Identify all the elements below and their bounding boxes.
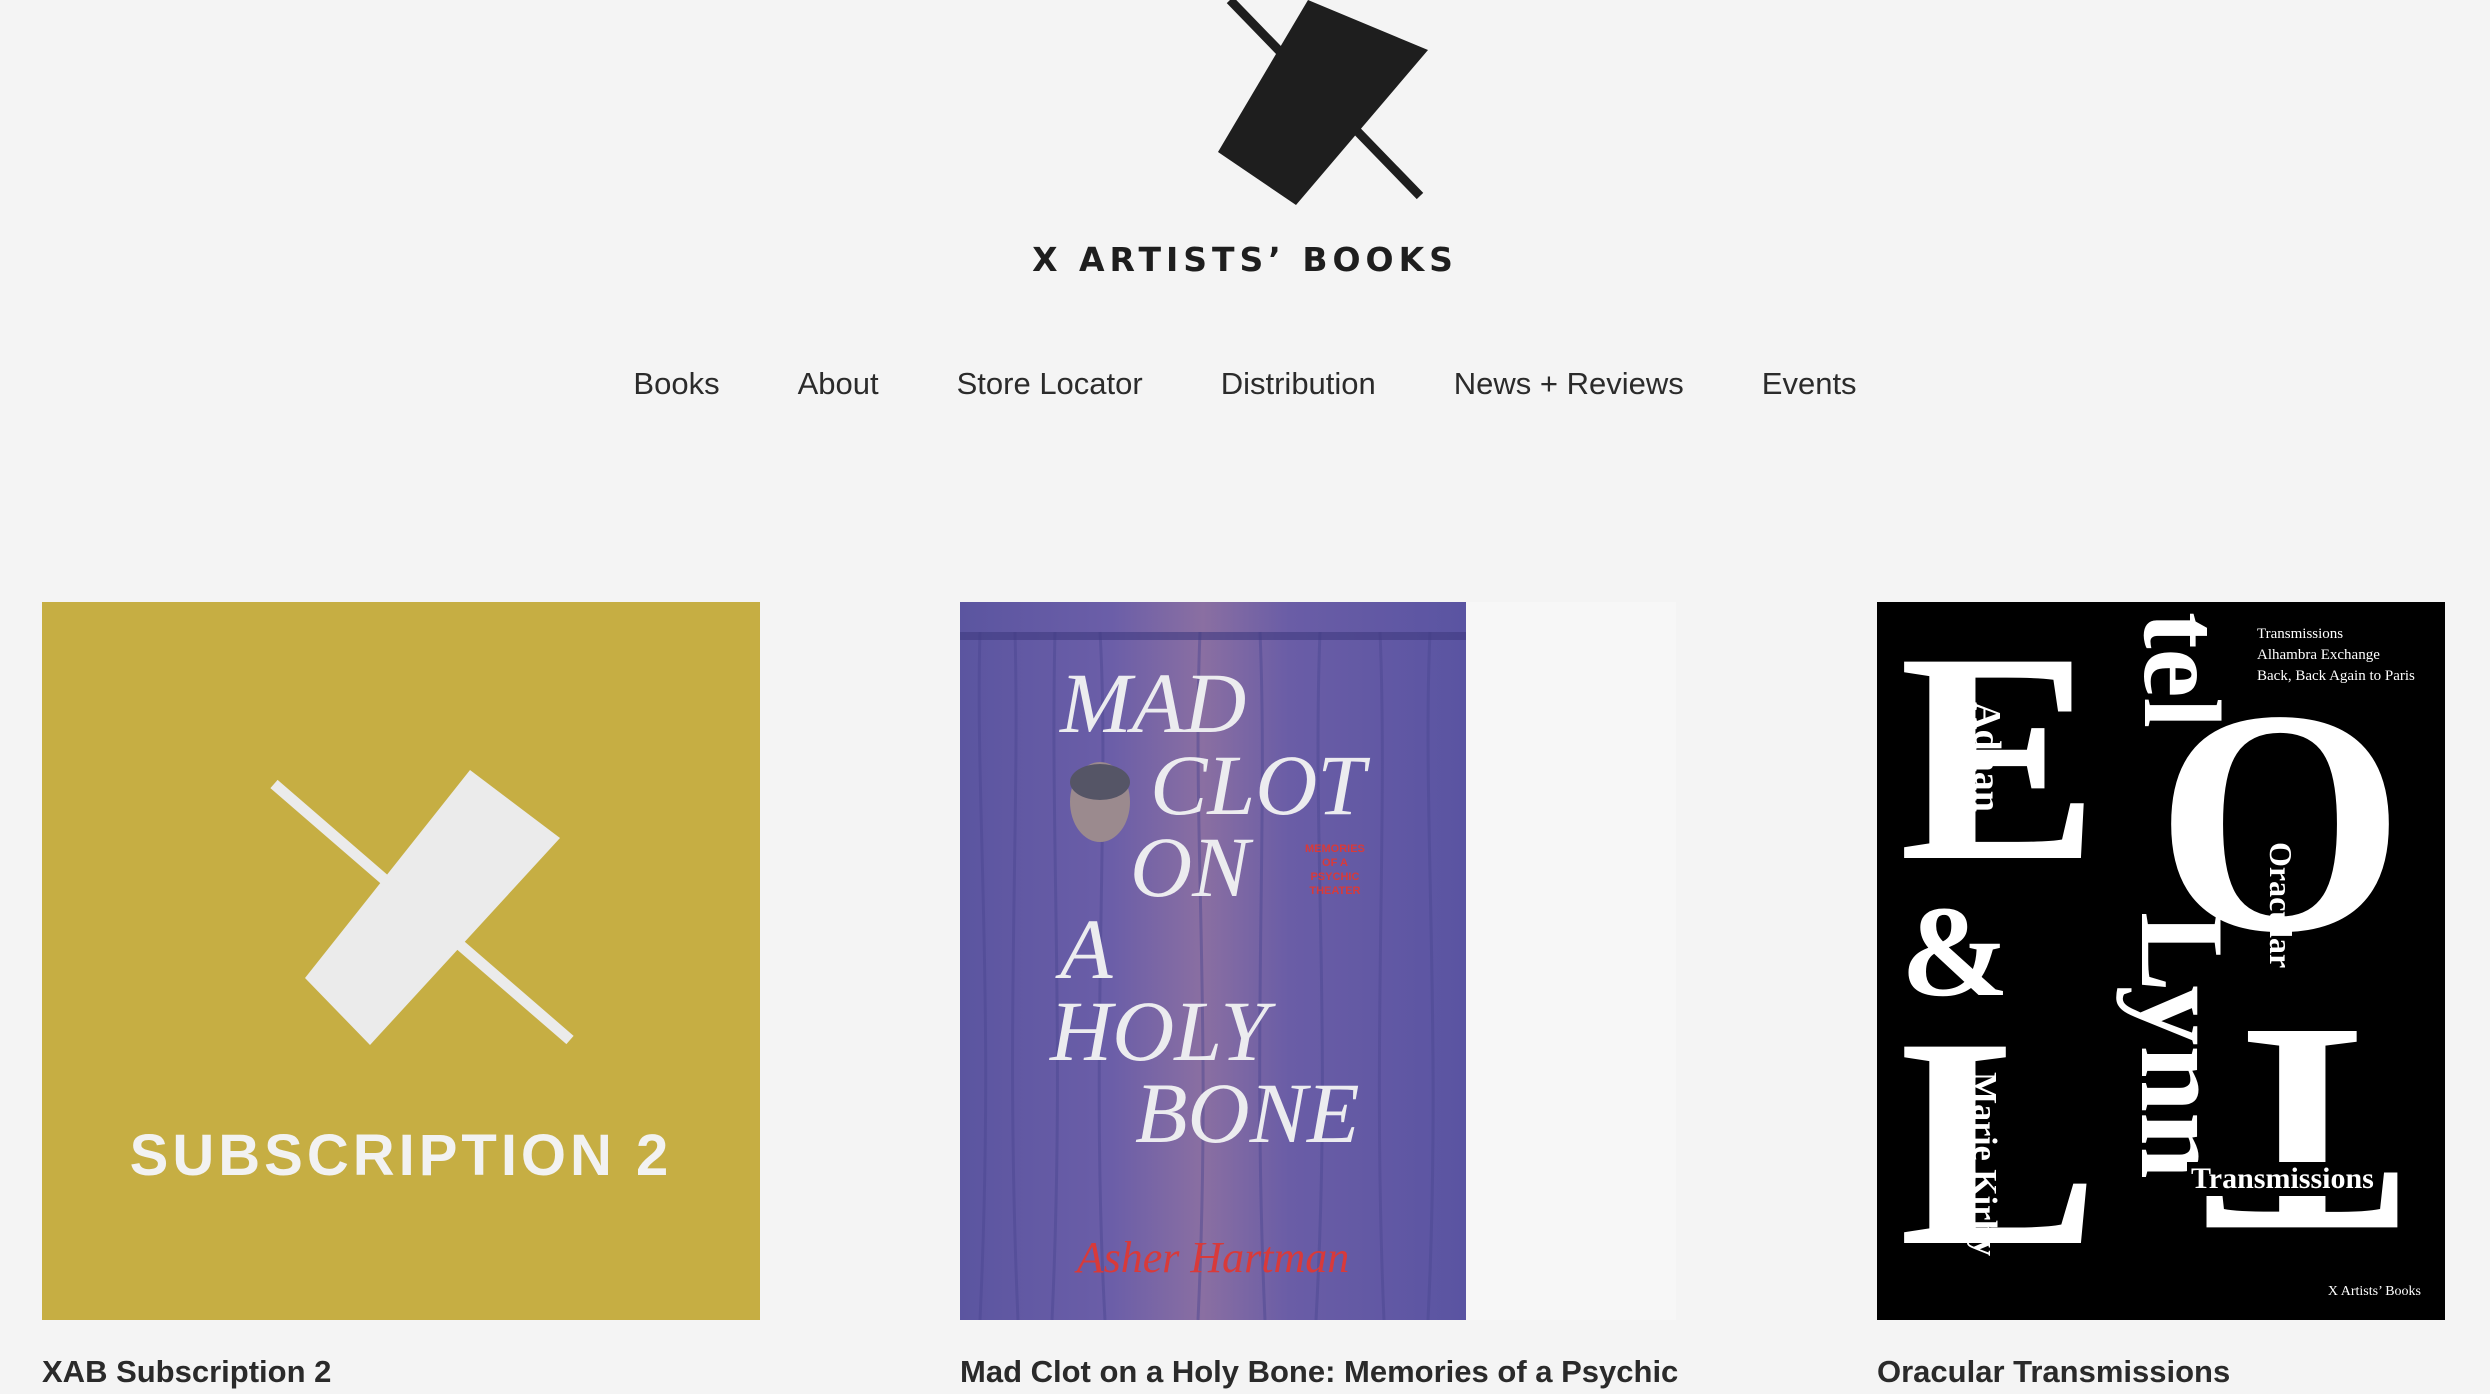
oracular-vertical-word: Oracular <box>2263 842 2299 969</box>
main-nav: Books About Store Locator Distribution N… <box>0 366 2490 402</box>
oracular-publisher: X Artists’ Books <box>2327 1284 2421 1299</box>
oracular-bottom-word: Transmissions <box>2187 1162 2378 1196</box>
nav-distribution[interactable]: Distribution <box>1221 366 1376 402</box>
nav-about[interactable]: About <box>798 366 879 402</box>
nav-store-locator[interactable]: Store Locator <box>957 366 1143 402</box>
product-title[interactable]: Mad Clot on a Holy Bone: Memories of a P… <box>960 1354 1678 1390</box>
brand-name[interactable]: X ARTISTS’ BOOKS <box>0 240 2490 279</box>
mad-clot-cover-author: Asher Hartman <box>1076 1233 1350 1282</box>
oracular-top-lines: Transmissions Alhambra Exchange Back, Ba… <box>2257 626 2415 684</box>
nav-books[interactable]: Books <box>633 366 719 402</box>
mad-clot-cover-title: MAD CLOT ON A HOLY BONE <box>1050 655 1366 1161</box>
product-title[interactable]: XAB Subscription 2 <box>42 1354 331 1390</box>
x-logo-icon[interactable] <box>1200 0 1440 210</box>
mad-clot-cover[interactable]: MAD CLOT ON A HOLY BONE MEMORIES OF A PS… <box>960 602 1466 1320</box>
mad-clot-cover-subtitle: MEMORIES OF A PSYCHIC THEATER <box>1305 843 1365 897</box>
oracular-cover[interactable]: E L & Adnan Marie Kirby tel Lynn O Oracu… <box>1877 602 2445 1320</box>
oracular-author2: Marie Kirby <box>1966 1072 2003 1257</box>
product-card-mad-clot[interactable]: MAD CLOT ON A HOLY BONE MEMORIES OF A PS… <box>960 602 1678 1389</box>
subscription-cover[interactable]: SUBSCRIPTION 2 <box>42 602 760 1320</box>
subscription-label: SUBSCRIPTION 2 <box>129 1123 673 1188</box>
product-title[interactable]: Oracular Transmissions <box>1877 1354 2230 1390</box>
product-card-subscription[interactable]: SUBSCRIPTION 2 XAB Subscription 2 <box>42 602 760 1389</box>
product-card-oracular[interactable]: E L & Adnan Marie Kirby tel Lynn O Oracu… <box>1877 602 2445 1389</box>
nav-events[interactable]: Events <box>1762 366 1857 402</box>
nav-news-reviews[interactable]: News + Reviews <box>1454 366 1684 402</box>
oracular-author1: Adnan <box>1966 702 2008 812</box>
